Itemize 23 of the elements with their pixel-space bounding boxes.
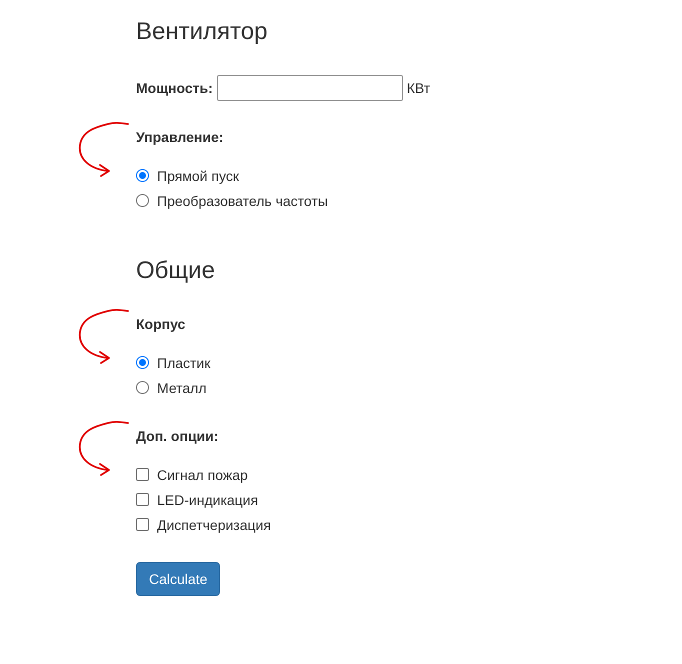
field-label: Мощность: xyxy=(136,79,213,98)
section-title: Вентилятор xyxy=(136,17,268,47)
option-label: Преобразователь частоты xyxy=(157,192,328,210)
checkbox[interactable] xyxy=(136,493,149,506)
unit-label: КВт xyxy=(406,79,430,98)
group-label: Корпус xyxy=(136,315,186,334)
option-label: Сигнал пожар xyxy=(157,466,248,484)
checkbox[interactable] xyxy=(136,518,149,531)
calculate-button[interactable]: Calculate xyxy=(136,562,220,596)
group-label: Управление: xyxy=(136,128,224,147)
group-label: Доп. опции: xyxy=(136,427,220,446)
radio-button[interactable] xyxy=(136,169,149,182)
radio-button[interactable] xyxy=(136,356,149,369)
option-label: LED-индикация xyxy=(157,490,258,510)
radio-button[interactable] xyxy=(136,381,149,394)
power-input-field[interactable] xyxy=(216,75,403,101)
option-label: Прямой пуск xyxy=(157,166,239,186)
option-label: Металл xyxy=(157,378,207,398)
radio-button[interactable] xyxy=(136,194,149,207)
option-label: Пластик xyxy=(157,354,210,372)
checkbox[interactable] xyxy=(136,468,149,481)
option-label: Диспетчеризация xyxy=(157,516,271,534)
section-title: Общие xyxy=(136,256,216,286)
